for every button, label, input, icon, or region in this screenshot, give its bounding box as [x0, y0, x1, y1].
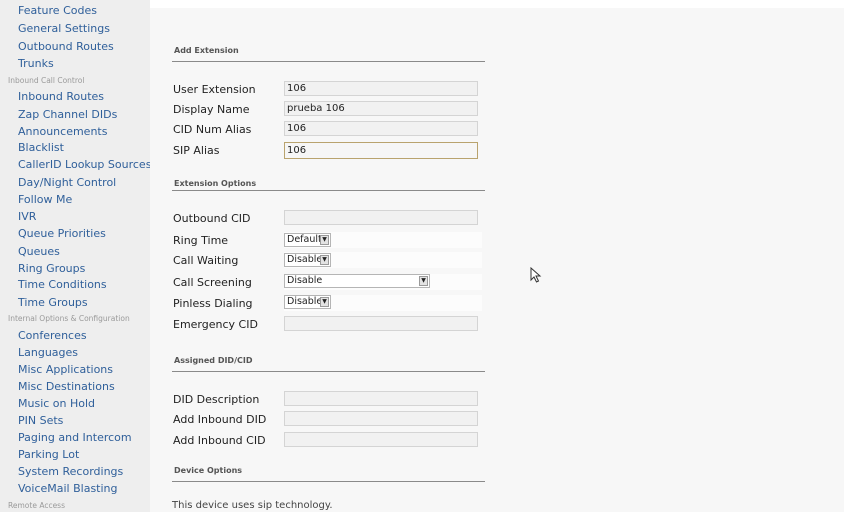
sidebar-item-misc-applications[interactable]: Misc Applications: [18, 363, 113, 376]
sidebar-item-day-night-control[interactable]: Day/Night Control: [18, 176, 116, 189]
sidebar-item-time-groups[interactable]: Time Groups: [18, 296, 88, 309]
sidebar-item-ivr[interactable]: IVR: [18, 210, 36, 223]
sidebar-section-inbound: Inbound Call Control: [8, 76, 85, 85]
call-waiting-value: Disable: [287, 254, 323, 265]
chevron-down-icon: ▼: [419, 276, 428, 286]
chevron-down-icon: ▼: [320, 235, 329, 245]
sidebar-item-voicemail-blasting[interactable]: VoiceMail Blasting: [18, 482, 118, 495]
pinless-dialing-value: Disable: [287, 296, 323, 307]
sip-alias-label: SIP Alias: [173, 144, 220, 157]
display-name-input[interactable]: [284, 101, 478, 116]
sidebar-item-ring-groups[interactable]: Ring Groups: [18, 262, 85, 275]
section-divider: [172, 371, 485, 372]
call-screening-value: Disable: [287, 275, 323, 286]
sidebar-item-inbound-routes[interactable]: Inbound Routes: [18, 90, 104, 103]
sip-alias-input[interactable]: [284, 142, 478, 159]
section-divider: [172, 61, 485, 62]
add-inbound-did-input[interactable]: [284, 411, 478, 426]
sidebar-item-callerid-lookup-sources[interactable]: CallerID Lookup Sources: [18, 158, 151, 171]
ring-time-select[interactable]: Default ▼: [284, 233, 331, 247]
sidebar-item-follow-me[interactable]: Follow Me: [18, 193, 72, 206]
cid-num-alias-label: CID Num Alias: [173, 123, 252, 136]
sidebar-item-system-recordings[interactable]: System Recordings: [18, 465, 123, 478]
pinless-dialing-select[interactable]: Disable ▼: [284, 295, 331, 309]
outbound-cid-label: Outbound CID: [173, 212, 251, 225]
add-inbound-did-label: Add Inbound DID: [173, 413, 267, 426]
call-screening-label: Call Screening: [173, 276, 252, 289]
sidebar-item-zap-channel-dids[interactable]: Zap Channel DIDs: [18, 108, 117, 121]
sidebar-item-trunks[interactable]: Trunks: [18, 57, 54, 70]
sidebar-item-queues[interactable]: Queues: [18, 245, 60, 258]
sidebar-item-announcements[interactable]: Announcements: [18, 125, 107, 138]
add-inbound-cid-input[interactable]: [284, 432, 478, 447]
sidebar-item-general-settings[interactable]: General Settings: [18, 22, 110, 35]
mouse-pointer-icon: [530, 267, 542, 283]
section-title-assigned-did: Assigned DID/CID: [174, 356, 253, 365]
call-screening-select[interactable]: Disable ▼: [284, 274, 430, 288]
sidebar-item-blacklist[interactable]: Blacklist: [18, 141, 64, 154]
ring-time-label: Ring Time: [173, 234, 229, 247]
display-name-label: Display Name: [173, 103, 250, 116]
section-title-add-extension: Add Extension: [174, 46, 239, 55]
section-title-device-options: Device Options: [174, 466, 243, 475]
user-extension-label: User Extension: [173, 83, 256, 96]
sidebar-section-internal: Internal Options & Configuration: [8, 314, 130, 323]
device-technology-note: This device uses sip technology.: [172, 500, 333, 511]
sidebar-item-outbound-routes[interactable]: Outbound Routes: [18, 40, 114, 53]
chevron-down-icon: ▼: [320, 297, 329, 307]
sidebar-item-pin-sets[interactable]: PIN Sets: [18, 414, 63, 427]
user-extension-input[interactable]: [284, 81, 478, 96]
sidebar-item-conferences[interactable]: Conferences: [18, 329, 87, 342]
sidebar-item-parking-lot[interactable]: Parking Lot: [18, 448, 79, 461]
cid-num-alias-input[interactable]: [284, 121, 478, 136]
sidebar-item-misc-destinations[interactable]: Misc Destinations: [18, 380, 115, 393]
sidebar-item-music-on-hold[interactable]: Music on Hold: [18, 397, 95, 410]
sidebar-item-feature-codes[interactable]: Feature Codes: [18, 4, 97, 17]
sidebar-item-languages[interactable]: Languages: [18, 346, 78, 359]
section-title-extension-options: Extension Options: [174, 179, 257, 188]
extension-form: Add Extension User Extension Display Nam…: [150, 8, 844, 512]
add-inbound-cid-label: Add Inbound CID: [173, 434, 266, 447]
did-description-label: DID Description: [173, 393, 260, 406]
chevron-down-icon: ▼: [320, 255, 329, 265]
sidebar-item-time-conditions[interactable]: Time Conditions: [18, 278, 107, 291]
sidebar-nav: Feature Codes General Settings Outbound …: [0, 0, 151, 512]
sidebar-section-remote: Remote Access: [8, 501, 65, 510]
sidebar-item-queue-priorities[interactable]: Queue Priorities: [18, 227, 106, 240]
outbound-cid-input[interactable]: [284, 210, 478, 225]
section-divider: [172, 481, 485, 482]
pinless-dialing-label: Pinless Dialing: [173, 297, 253, 310]
call-waiting-select[interactable]: Disable ▼: [284, 253, 331, 267]
call-waiting-label: Call Waiting: [173, 254, 239, 267]
emergency-cid-label: Emergency CID: [173, 318, 258, 331]
ring-time-value: Default: [287, 234, 322, 245]
did-description-input[interactable]: [284, 391, 478, 406]
section-divider: [172, 190, 485, 191]
emergency-cid-input[interactable]: [284, 316, 478, 331]
sidebar-item-paging-and-intercom[interactable]: Paging and Intercom: [18, 431, 132, 444]
